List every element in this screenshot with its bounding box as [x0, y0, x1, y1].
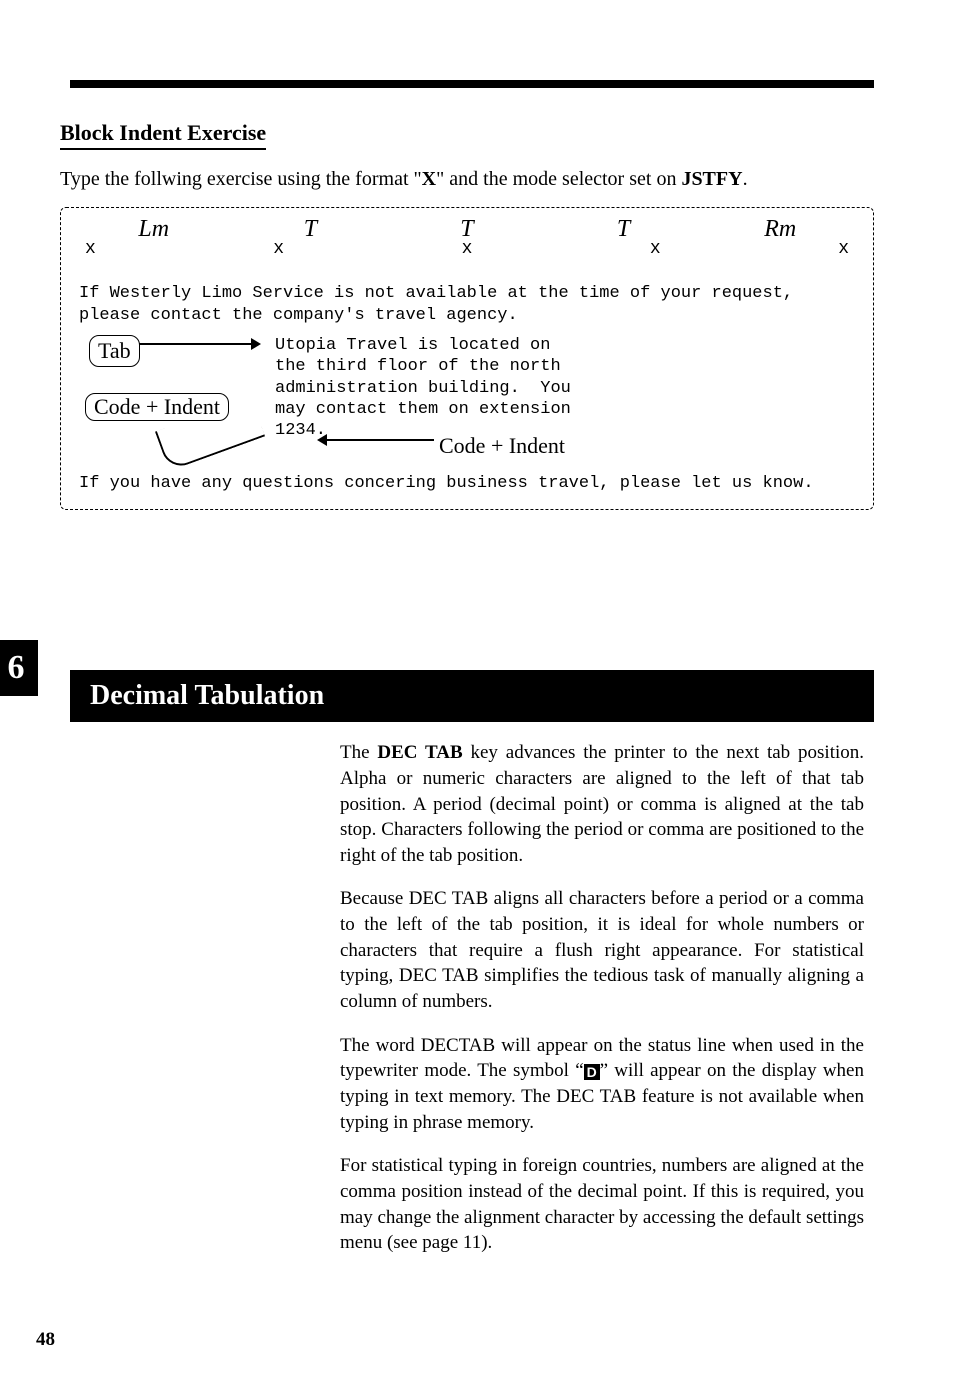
annotated-block: Tab Code + Indent Utopia Travel is locat…: [79, 335, 855, 465]
intro-mode-bold: JSTFY: [681, 168, 742, 190]
intro-text-pre: Type the follwing exercise using the for…: [60, 168, 422, 190]
sample-para-2: If you have any questions concering busi…: [79, 473, 855, 495]
ruler-t3: T: [617, 216, 630, 242]
code-indent-annotation-right: Code + Indent: [439, 433, 565, 459]
exercise-intro: Type the follwing exercise using the for…: [60, 168, 874, 191]
ruler-x2: x: [273, 239, 284, 259]
ruler-rm: Rm: [764, 216, 796, 242]
section-heading: Decimal Tabulation: [70, 670, 874, 722]
intro-format-x: X: [422, 168, 436, 190]
ruler-x4: x: [650, 239, 661, 259]
ruler-x1: x: [85, 239, 96, 259]
intro-text-mid: " and the mode selector set on: [436, 168, 681, 190]
d-symbol-icon: D: [584, 1064, 600, 1080]
exercise-box: Lm T T T Rm x x x x x If Westerly Limo S…: [60, 207, 874, 510]
body-p3: The word DECTAB will appear on the statu…: [340, 1033, 864, 1136]
body-p2: Because DEC TAB aligns all characters be…: [340, 886, 864, 1014]
exercise-title: Block Indent Exercise: [60, 120, 266, 150]
body-p4: For statistical typing in foreign countr…: [340, 1153, 864, 1256]
top-rule: [70, 80, 874, 88]
chapter-tab: 6: [0, 640, 38, 696]
arrow-right-icon: [139, 343, 259, 345]
tab-annotation: Tab: [89, 335, 140, 367]
ruler-x5: x: [838, 239, 849, 259]
ruler-x3: x: [462, 239, 473, 259]
intro-text-end: .: [743, 168, 748, 190]
body-column: The DEC TAB key advances the printer to …: [340, 740, 864, 1256]
page: Block Indent Exercise Type the follwing …: [0, 0, 954, 1377]
indented-sample-text: Utopia Travel is located on the third fl…: [275, 335, 571, 441]
page-number: 48: [36, 1329, 55, 1351]
ruler-lm: Lm: [138, 216, 169, 242]
p1-pre: The: [340, 742, 377, 763]
sample-para-1: If Westerly Limo Service is not availabl…: [79, 283, 855, 327]
ruler-t1: T: [304, 216, 317, 242]
arrow-left-icon: [319, 439, 434, 441]
p1-dec-tab-bold: DEC TAB: [377, 742, 462, 763]
body-p1: The DEC TAB key advances the printer to …: [340, 740, 864, 868]
